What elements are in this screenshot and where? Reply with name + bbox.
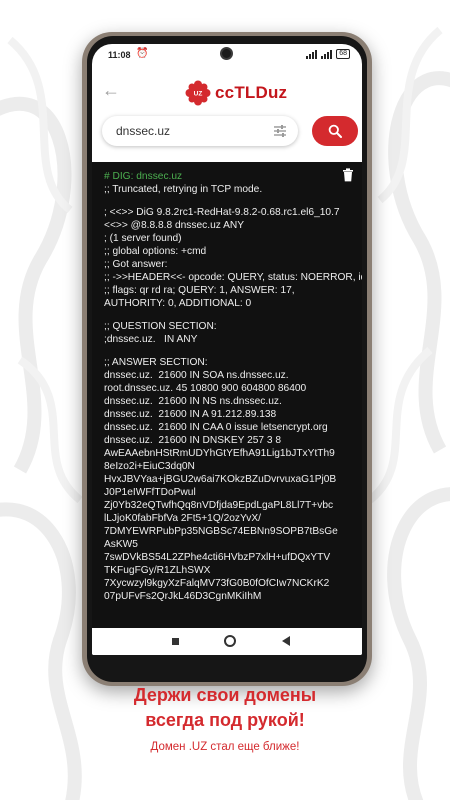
headline-line-2: всегда под рукой! [145, 710, 305, 730]
nav-back-button[interactable] [282, 636, 290, 646]
promo-subline: Домен .UZ стал еще ближе! [150, 741, 300, 753]
dig-output-panel: # DIG: dnssec.uz ;; Truncated, retrying … [92, 162, 362, 628]
terminal-line: dnssec.uz. 21600 IN SOA ns.dnssec.uz. [104, 370, 289, 381]
search-value: dnssec.uz [116, 124, 171, 138]
terminal-line: 8eIzo2i+EiuC3dq0N [104, 461, 195, 472]
app-header: ← UZ ccTLDuz [92, 72, 362, 114]
logo-flower-icon: UZ [185, 80, 211, 106]
terminal-line: ;; ANSWER SECTION: [104, 357, 208, 368]
signal-icon-2 [321, 49, 333, 59]
terminal-line: 07pUFvFs2QrJkL46D3CgnMKiIhM [104, 591, 262, 602]
terminal-line: ;; Got answer: [104, 259, 168, 270]
phone-screen: 11:08 ⏰ 68 ← UZ ccTLDuz dnssec.uz # DIG:… [92, 44, 362, 655]
front-camera [220, 47, 233, 60]
alarm-icon: ⏰ [136, 48, 149, 59]
svg-text:UZ: UZ [194, 91, 203, 98]
terminal-line: AUTHORITY: 0, ADDITIONAL: 0 [104, 298, 252, 309]
domain-search-input[interactable]: dnssec.uz [102, 116, 298, 146]
status-time: 11:08 [108, 50, 131, 60]
terminal-line: J0P1eIWFfTDoPwul [104, 487, 196, 498]
headline-line-1: Держи свои домены [133, 685, 317, 705]
terminal-line: ;dnssec.uz. IN ANY [104, 334, 198, 345]
terminal-line: 7swDVkBS54L2ZPhe4cti6HVbzP7xlH+ufDQxYTV [104, 552, 331, 563]
terminal-line: ; (1 server found) [104, 233, 182, 244]
terminal-line: AsKW5 [104, 539, 138, 550]
status-bar: 11:08 ⏰ 68 [92, 44, 362, 66]
terminal-line: dnssec.uz. 21600 IN CAA 0 issue letsencr… [104, 422, 328, 433]
terminal-line: root.dnssec.uz. 45 10800 900 604800 8640… [104, 383, 307, 394]
home-button[interactable] [224, 635, 236, 647]
recents-button[interactable] [172, 638, 179, 645]
terminal-line: ;; Truncated, retrying in TCP mode. [104, 184, 263, 195]
terminal-block-question: ;; QUESTION SECTION: ;dnssec.uz. IN ANY [104, 320, 356, 346]
terminal-line: lLJjoK0fabFbfVa 2Ft5+1Q/2ozYvX/ [104, 513, 261, 524]
terminal-line: dnssec.uz. 21600 IN A 91.212.89.138 [104, 409, 277, 420]
status-icons: 68 [306, 49, 350, 59]
cctld-logo: UZ ccTLDuz [185, 78, 287, 108]
terminal-line: ;; global options: +cmd [104, 246, 207, 257]
terminal-block-header: ; <<>> DiG 9.8.2rc1-RedHat-9.8.2-0.68.rc… [104, 206, 362, 310]
signal-icon [306, 49, 318, 59]
android-nav-bar [92, 628, 362, 655]
terminal-line: HvxJBVYaa+jBGU2w6ai7KOkzBZuDvrvuxaG1Pj0B [104, 474, 337, 485]
dig-title: # DIG: dnssec.uz [104, 171, 183, 182]
terminal-line: ;; QUESTION SECTION: [104, 321, 217, 332]
terminal-line: dnssec.uz. 21600 IN DNSKEY 257 3 8 [104, 435, 282, 446]
terminal-line: Zj0Yb32eQTwfhQq8nVDfjda9EpdLgaPL8Ll7T+vb… [104, 500, 334, 511]
terminal-block-answer: ;; ANSWER SECTION: dnssec.uz. 21600 IN SO… [104, 356, 356, 603]
terminal-content: # DIG: dnssec.uz ;; Truncated, retrying … [104, 170, 362, 603]
search-row: dnssec.uz [102, 116, 358, 146]
search-button[interactable] [312, 116, 358, 146]
terminal-line: dnssec.uz. 21600 IN NS ns.dnssec.uz. [104, 396, 282, 407]
terminal-line: AwEAAebnHStRmUDYhGtYEfhA91Lig1bJTxYtTh9 [104, 448, 335, 459]
terminal-line: 7Xycwzyl9kgyXzFalqMV73fG0B0fOfCIw7NCKrK2 [104, 578, 330, 589]
battery-icon: 68 [336, 49, 350, 59]
promo-headline: Держи свои домены всегда под рукой! [0, 683, 450, 733]
terminal-line: TKFugFGy/R1ZLhSWX [104, 565, 211, 576]
terminal-line: 7DMYEWRPubPp35NGBSc74EBNn9SOPB7tBsGe [104, 526, 338, 537]
search-icon [328, 124, 342, 138]
terminal-block-truncated: ;; Truncated, retrying in TCP mode. [104, 183, 356, 196]
terminal-line: ;; ->>HEADER<<- opcode: QUERY, status: N… [104, 272, 362, 283]
terminal-line: <<>> @8.8.8.8 dnssec.uz ANY [104, 220, 245, 231]
back-arrow-icon[interactable]: ← [102, 80, 120, 101]
logo-text: ccTLDuz [215, 83, 288, 102]
filter-settings-icon[interactable] [272, 123, 288, 139]
terminal-line: ; <<>> DiG 9.8.2rc1-RedHat-9.8.2-0.68.rc… [104, 207, 340, 218]
terminal-line: ;; flags: qr rd ra; QUERY: 1, ANSWER: 17… [104, 285, 295, 296]
